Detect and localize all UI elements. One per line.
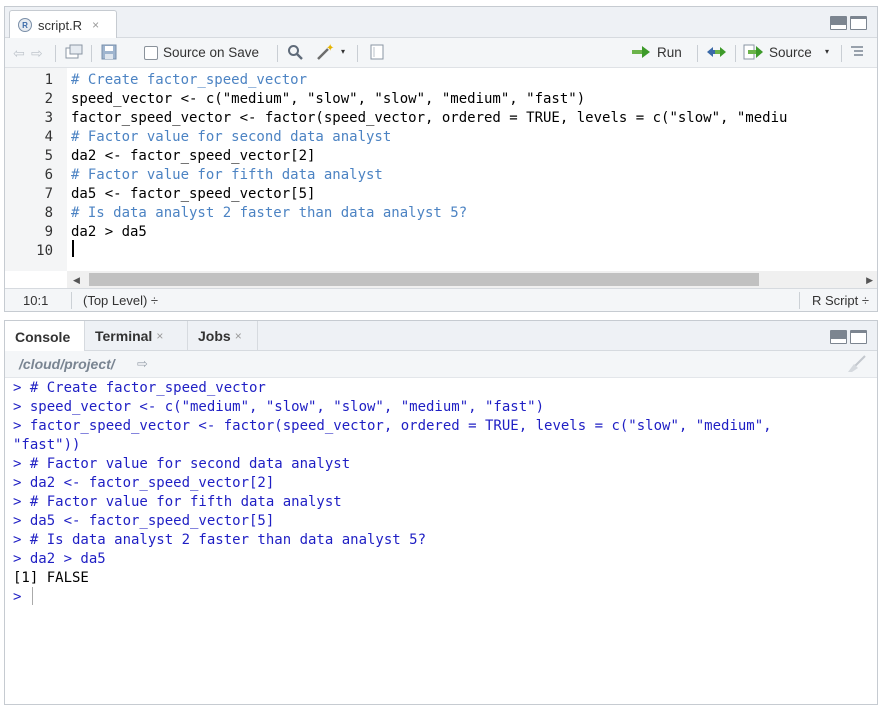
document-outline-icon[interactable] <box>849 45 865 59</box>
code-line: speed_vector <- c("medium", "slow", "slo… <box>71 91 586 107</box>
code-line: # Factor value for fifth data analyst <box>71 167 383 183</box>
tab-label: Terminal <box>95 328 153 344</box>
status-divider <box>71 292 72 309</box>
svg-text:✦: ✦ <box>326 43 334 54</box>
line-number: 6 <box>44 167 53 183</box>
code-line: # Is data analyst 2 faster than data ana… <box>71 205 468 221</box>
console-line: > da5 <- factor_speed_vector[5] <box>13 513 275 529</box>
compile-report-icon[interactable] <box>369 44 385 60</box>
status-divider <box>799 292 800 309</box>
console-line: > # Create factor_speed_vector <box>13 380 266 396</box>
tab-close-icon[interactable]: × <box>156 329 163 343</box>
code-line: da2 > da5 <box>71 224 147 240</box>
tab-console[interactable]: Console <box>5 321 85 352</box>
console-window-controls <box>830 330 867 344</box>
console-line: > # Is data analyst 2 faster than data a… <box>13 532 427 548</box>
console-line: "fast")) <box>13 437 81 453</box>
code-line: # Factor value for second data analyst <box>71 129 392 145</box>
line-number: 4 <box>44 129 53 145</box>
scope-selector[interactable]: (Top Level) ÷ <box>83 293 158 308</box>
toolbar-divider <box>697 45 698 62</box>
source-on-save-label[interactable]: Source on Save <box>163 45 259 60</box>
console-cursor <box>32 587 33 605</box>
minimize-pane-icon[interactable] <box>830 330 847 344</box>
line-number: 3 <box>44 110 53 126</box>
toolbar-divider <box>277 45 278 62</box>
toolbar-divider <box>55 45 56 62</box>
cursor-position: 10:1 <box>23 293 49 308</box>
r-file-icon: R <box>18 18 32 32</box>
console-line: > # Factor value for second data analyst <box>13 456 351 472</box>
source-pane: R script.R × ⇦ ⇨ Source on Save ✦ ▾ Run … <box>4 6 878 312</box>
line-number: 5 <box>44 148 53 164</box>
console-line: > factor_speed_vector <- factor(speed_ve… <box>13 418 772 434</box>
tab-jobs[interactable]: Jobs × <box>188 321 258 351</box>
line-number: 10 <box>36 243 53 259</box>
magic-wand-icon[interactable]: ✦ <box>315 43 337 61</box>
tab-terminal[interactable]: Terminal × <box>85 321 188 351</box>
forward-arrow-icon[interactable]: ⇨ <box>31 45 43 62</box>
source-status-bar: 10:1 (Top Level) ÷ R Script ÷ <box>5 288 877 311</box>
console-path-bar: /cloud/project/ ⇨ <box>5 351 877 378</box>
code-line: # Create factor_speed_vector <box>71 72 308 88</box>
source-arrow-icon[interactable] <box>743 44 765 60</box>
toolbar-divider <box>735 45 736 62</box>
source-toolbar: ⇦ ⇨ Source on Save ✦ ▾ Run Source ▾ <box>5 38 877 68</box>
back-arrow-icon[interactable]: ⇦ <box>13 45 25 62</box>
console-tab-bar: Console Terminal × Jobs × <box>5 321 877 352</box>
source-on-save-checkbox[interactable] <box>144 46 158 60</box>
line-number: 9 <box>44 224 53 240</box>
horizontal-scrollbar[interactable]: ◀ ▶ <box>67 271 877 288</box>
console-line: > da2 <- factor_speed_vector[2] <box>13 475 275 491</box>
toolbar-divider <box>91 45 92 62</box>
tab-label: Jobs <box>198 328 231 344</box>
run-button[interactable]: Run <box>657 45 682 60</box>
working-directory[interactable]: /cloud/project/ <box>19 356 115 372</box>
source-window-controls <box>830 16 867 30</box>
console-prompt[interactable]: > <box>13 588 21 607</box>
scroll-left-icon[interactable]: ◀ <box>73 275 80 286</box>
console-output[interactable]: > # Create factor_speed_vector > speed_v… <box>5 378 877 704</box>
code-line: factor_speed_vector <- factor(speed_vect… <box>71 110 788 126</box>
show-in-window-icon[interactable] <box>65 44 83 60</box>
code-line: da5 <- factor_speed_vector[5] <box>71 186 316 202</box>
source-dropdown-icon[interactable]: ▾ <box>825 47 829 56</box>
go-to-directory-icon[interactable]: ⇨ <box>137 356 148 372</box>
console-line: > da2 > da5 <box>13 551 106 567</box>
toolbar-divider <box>841 45 842 62</box>
source-button[interactable]: Source <box>769 45 812 60</box>
toolbar-divider <box>357 45 358 62</box>
minimize-pane-icon[interactable] <box>830 16 847 30</box>
console-line: > speed_vector <- c("medium", "slow", "s… <box>13 399 545 415</box>
source-tab-bar: R script.R × <box>5 7 877 39</box>
scrollbar-thumb[interactable] <box>89 273 759 286</box>
text-cursor <box>72 240 74 257</box>
code-editor[interactable]: 1 2 3 4 5 6 7 8 9 10 # Create factor_spe… <box>5 68 877 271</box>
scroll-right-icon[interactable]: ▶ <box>866 275 873 286</box>
console-pane: Console Terminal × Jobs × /cloud/project… <box>4 320 878 705</box>
tab-close-icon[interactable]: × <box>235 329 242 343</box>
rerun-icon[interactable] <box>705 44 727 60</box>
clear-console-icon[interactable] <box>845 355 867 377</box>
maximize-pane-icon[interactable] <box>850 330 867 344</box>
tab-label: Console <box>15 328 71 345</box>
line-number: 7 <box>44 186 53 202</box>
console-output-line: [1] FALSE <box>13 570 89 586</box>
search-icon[interactable] <box>287 44 303 60</box>
tab-close-icon[interactable]: × <box>92 18 99 32</box>
run-arrow-icon[interactable] <box>631 44 653 60</box>
wand-dropdown-icon[interactable]: ▾ <box>341 47 345 56</box>
maximize-pane-icon[interactable] <box>850 16 867 30</box>
code-line: da2 <- factor_speed_vector[2] <box>71 148 316 164</box>
line-number: 8 <box>44 205 53 221</box>
tab-script-r[interactable]: R script.R × <box>9 10 117 39</box>
line-number-gutter: 1 2 3 4 5 6 7 8 9 10 <box>5 68 67 271</box>
line-number: 2 <box>44 91 53 107</box>
tab-label: script.R <box>38 17 83 33</box>
file-type-selector[interactable]: R Script ÷ <box>812 293 869 308</box>
line-number: 1 <box>44 72 53 88</box>
save-icon[interactable] <box>101 44 117 60</box>
console-line: > # Factor value for fifth data analyst <box>13 494 342 510</box>
